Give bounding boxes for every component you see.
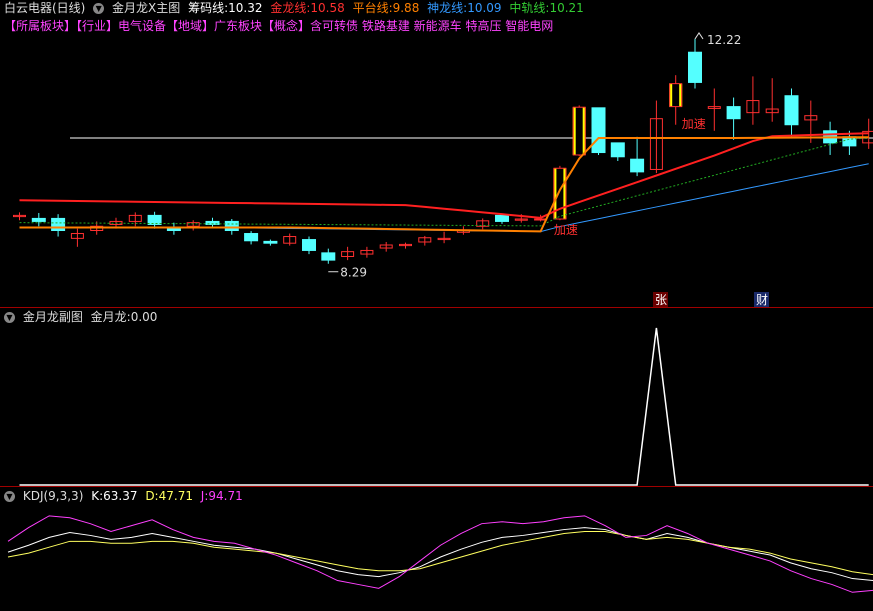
candle xyxy=(495,214,509,222)
pingtai-line xyxy=(19,136,869,233)
kdj-k-line xyxy=(7,527,873,582)
panel-divider-1 xyxy=(0,307,873,308)
panel-divider-2 xyxy=(0,486,873,487)
signal-candle-core xyxy=(672,83,680,107)
candle xyxy=(610,142,625,158)
high-label: 12.22 xyxy=(707,33,741,47)
candle xyxy=(31,217,46,222)
cai-label: 财 xyxy=(756,293,768,307)
candle xyxy=(263,240,278,244)
high-marker xyxy=(694,32,704,40)
candle xyxy=(630,158,645,173)
sub-label: 金月龙: xyxy=(90,310,131,324)
accel-label: 加速 xyxy=(682,117,706,131)
sub-chart-header: ▼ 金月龙副图 金月龙:0.00 xyxy=(4,309,161,326)
kdj-header: ▼ KDJ(9,3,3) K:63.37 D:47.71 J:94.71 xyxy=(4,488,247,505)
candle xyxy=(726,106,741,120)
zhonggui-line xyxy=(19,137,869,227)
candle xyxy=(321,252,336,261)
chart-canvas: 12.228.29加速加速张财 xyxy=(7,32,873,593)
jinyuelong-line xyxy=(19,327,869,486)
candle xyxy=(688,51,702,83)
kdj-title[interactable]: KDJ(9,3,3) xyxy=(23,489,84,503)
kdj-j-line xyxy=(7,515,873,593)
j-value: 94.71 xyxy=(208,489,243,503)
jinlong-line xyxy=(19,132,869,219)
candle xyxy=(591,107,606,154)
candle xyxy=(244,233,259,242)
candle xyxy=(51,217,66,231)
sub-value: 0.00 xyxy=(130,310,158,324)
candle xyxy=(147,214,162,225)
d-label: D: xyxy=(145,489,159,503)
candle xyxy=(784,95,799,126)
low-label: 8.29 xyxy=(340,266,367,280)
accel-label: 加速 xyxy=(554,223,578,237)
candle xyxy=(302,239,316,251)
candle xyxy=(534,218,548,221)
k-value: 63.37 xyxy=(103,489,138,503)
signal-candle-core xyxy=(575,107,583,155)
k-label: K: xyxy=(91,489,104,503)
collapse-icon[interactable]: ▼ xyxy=(4,491,15,502)
collapse-icon[interactable]: ▼ xyxy=(4,312,15,323)
candle xyxy=(224,220,239,232)
shenlong-line xyxy=(19,163,869,233)
zhang-label: 张 xyxy=(655,293,667,307)
d-value: 47.71 xyxy=(158,489,193,503)
sub-title[interactable]: 金月龙副图 xyxy=(23,310,83,324)
